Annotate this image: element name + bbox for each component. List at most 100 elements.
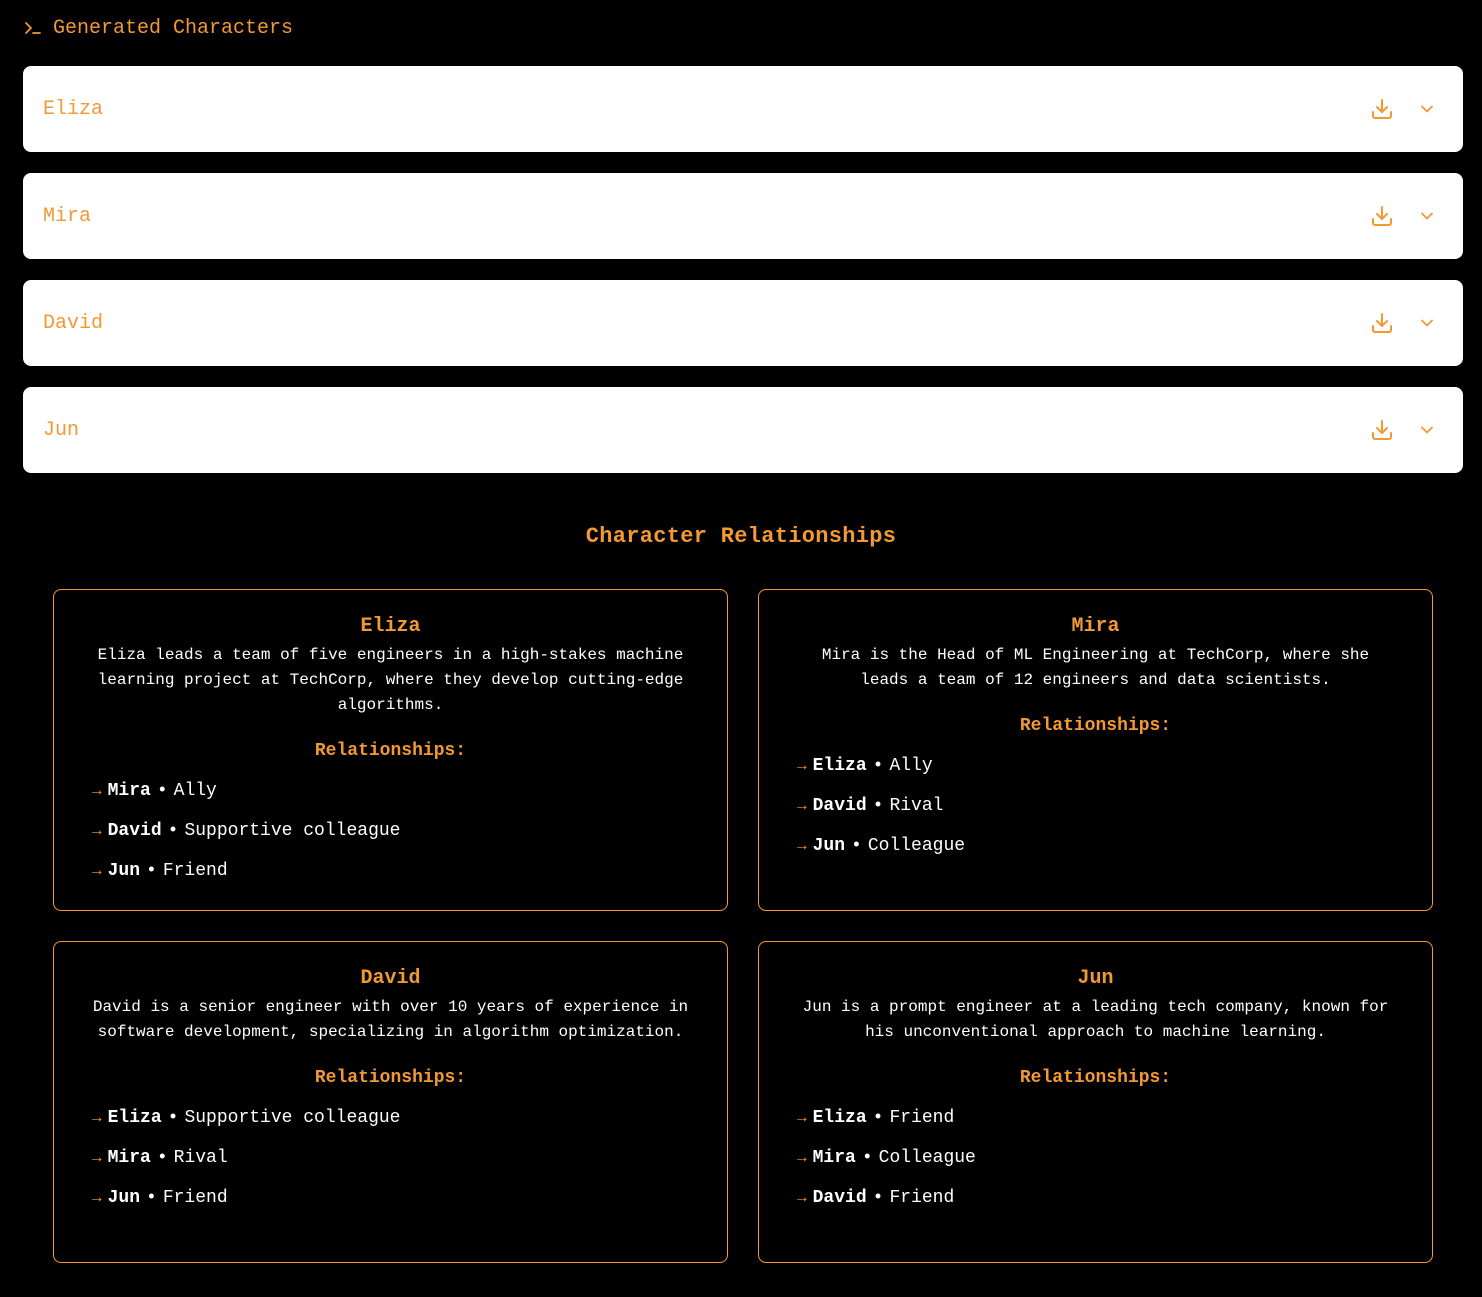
chevron-down-icon[interactable] [1413,309,1441,337]
relationship-name: Mira [107,781,151,801]
relationship-item: → Eliza • Friend [797,1106,1406,1130]
bullet-separator: • [156,781,168,801]
arrow-icon: → [797,757,807,775]
relationship-item: → David • Supportive colleague [92,819,701,843]
card-character-name: David [360,967,421,990]
download-icon[interactable] [1368,95,1396,123]
bullet-separator: • [146,861,157,881]
relationship-type: Colleague [878,1148,976,1168]
relationship-card-mira: Mira Mira is the Head of ML Engineering … [758,589,1433,911]
character-name: David [43,311,104,335]
character-accordion-david[interactable]: David [23,280,1463,366]
relationship-item: → Jun • Colleague [797,834,1406,858]
relationship-list: → Mira • Ally → David • Supportive colleague →… [80,779,701,883]
arrow-icon: → [797,1149,807,1167]
relationship-name: Eliza [812,756,867,776]
relationship-card-david: David David is a senior engineer with ov… [53,941,728,1263]
character-accordion-mira[interactable]: Mira [23,173,1463,259]
arrow-icon: → [92,1149,102,1167]
bullet-separator: • [861,1148,873,1168]
page-header: Generated Characters [23,14,293,42]
arrow-icon: → [92,862,102,880]
relationship-name: Eliza [107,1108,162,1128]
relationship-type: Friend [889,1108,955,1128]
relationship-name: Eliza [812,1108,867,1128]
relationship-type: Colleague [867,836,966,856]
relationships-heading: Relationships: [1019,716,1172,736]
relationship-type: Ally [173,781,217,801]
relationship-name: Jun [107,1188,141,1208]
bullet-separator: • [851,836,862,856]
relationships-heading: Relationships: [314,741,467,761]
download-icon[interactable] [1368,202,1396,230]
bullet-separator: • [146,1188,157,1208]
character-name: Mira [43,204,92,228]
character-name: Eliza [43,97,104,121]
relationship-name: Jun [812,836,846,856]
relationship-item: → Jun • Friend [92,1186,701,1210]
relationship-type: Ally [889,756,933,776]
relationship-card-jun: Jun Jun is a prompt engineer at a leadin… [758,941,1433,1263]
page-title: Generated Characters [53,16,294,40]
relationship-type: Friend [889,1188,955,1208]
chevron-down-icon[interactable] [1413,416,1441,444]
relationship-type: Friend [162,861,228,881]
chevron-down-icon[interactable] [1413,95,1441,123]
relationships-heading: Relationships: [314,1068,467,1088]
arrow-icon: → [797,837,807,855]
arrow-icon: → [797,1189,807,1207]
bullet-separator: • [872,1188,884,1208]
relationship-item: → David • Rival [797,794,1406,818]
relationship-item: → Mira • Rival [92,1146,701,1170]
card-character-name: Jun [1077,967,1114,990]
relationship-name: David [812,1188,867,1208]
bullet-separator: • [872,796,884,816]
relationship-item: → Mira • Colleague [797,1146,1406,1170]
bullet-separator: • [167,821,179,841]
card-description: Jun is a prompt engineer at a leading te… [802,998,1389,1041]
character-accordion-eliza[interactable]: Eliza [23,66,1463,152]
card-description: Mira is the Head of ML Engineering at Te… [821,646,1370,689]
relationship-type: Friend [162,1188,228,1208]
character-name: Jun [43,418,80,442]
relationship-list: → Eliza • Ally → David • Rival → Jun • Colleague [785,754,1406,858]
relationship-item: → David • Friend [797,1186,1406,1210]
arrow-icon: → [92,1109,102,1127]
relationships-section-title: Character Relationships [585,524,897,549]
card-character-name: Mira [1071,615,1120,638]
arrow-icon: → [92,822,102,840]
relationship-name: David [812,796,867,816]
arrow-icon: → [797,797,807,815]
card-description: David is a senior engineer with over 10 … [92,998,689,1041]
relationship-list: → Eliza • Supportive colleague → Mira • Rival … [80,1106,701,1210]
arrow-icon: → [797,1109,807,1127]
relationships-heading: Relationships: [1019,1068,1172,1088]
relationship-type: Supportive colleague [184,1108,401,1128]
character-accordion-jun[interactable]: Jun [23,387,1463,473]
relationship-list: → Eliza • Friend → Mira • Colleague → David • Fri… [785,1106,1406,1210]
relationship-item: → Jun • Friend [92,859,701,883]
relationship-item: → Mira • Ally [92,779,701,803]
relationship-item: → Eliza • Ally [797,754,1406,778]
relationship-name: Mira [812,1148,856,1168]
arrow-icon: → [92,782,102,800]
relationship-name: Jun [107,861,141,881]
relationship-type: Supportive colleague [184,821,401,841]
relationship-card-eliza: Eliza Eliza leads a team of five enginee… [53,589,728,911]
card-description: Eliza leads a team of five engineers in … [97,646,684,714]
chevron-down-icon[interactable] [1413,202,1441,230]
bullet-separator: • [156,1148,168,1168]
bullet-separator: • [167,1108,179,1128]
relationship-item: → Eliza • Supportive colleague [92,1106,701,1130]
relationship-name: Mira [107,1148,151,1168]
download-icon[interactable] [1368,416,1396,444]
terminal-prompt-icon [23,18,43,38]
bullet-separator: • [872,756,884,776]
relationship-type: Rival [173,1148,228,1168]
arrow-icon: → [92,1189,102,1207]
relationship-name: David [107,821,162,841]
bullet-separator: • [872,1108,884,1128]
card-character-name: Eliza [360,615,421,638]
download-icon[interactable] [1368,309,1396,337]
relationship-type: Rival [889,796,944,816]
